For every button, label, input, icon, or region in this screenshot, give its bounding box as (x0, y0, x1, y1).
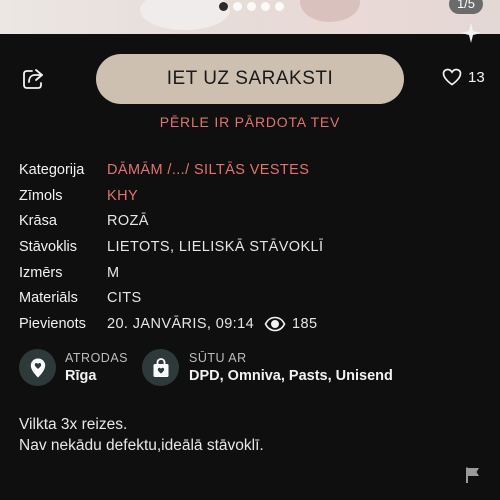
attr-label: Pievienots (19, 315, 86, 332)
location-pin-icon (19, 349, 56, 386)
attr-row-size: Izmērs M (19, 260, 479, 286)
description-line: Nav nekādu defektu,ideālā stāvoklī. (19, 437, 264, 454)
added-date: 20. JANVĀRIS, 09:14 (107, 315, 255, 332)
brand-link[interactable]: KHY (107, 188, 138, 204)
share-icon (23, 69, 43, 89)
carousel-dots (219, 2, 284, 11)
report-button[interactable] (464, 466, 482, 484)
photo-detail (140, 0, 230, 30)
attr-value: LIETOTS, LIELISKĀ STĀVOKLĪ (107, 238, 324, 255)
attr-row-condition: Stāvoklis LIETOTS, LIELISKĀ STĀVOKLĪ (19, 234, 479, 260)
item-attributes: Kategorija DĀMĀM /.../ SILTĀS VESTES Zīm… (19, 157, 479, 337)
carousel-dot[interactable] (219, 2, 228, 11)
carousel-dot[interactable] (275, 2, 284, 11)
attr-value: 20. JANVĀRIS, 09:14 185 (107, 316, 317, 332)
attr-label: Krāsa (19, 213, 57, 230)
item-description: Vilkta 3x reizes. Nav nekādu defektu,ide… (19, 414, 264, 456)
attr-row-color: Krāsa ROZĀ (19, 208, 479, 234)
favorites-count: 13 (468, 68, 485, 86)
attr-value: ROZĀ (107, 213, 149, 230)
attr-row-added: Pievienots 20. JANVĀRIS, 09:14 185 (19, 311, 479, 337)
attr-value: M (107, 264, 120, 281)
category-link[interactable]: DĀMĀM /.../ SILTĀS VESTES (107, 162, 309, 178)
flag-icon (466, 467, 479, 483)
attr-label: Kategorija (19, 161, 85, 178)
shipping-label: SŪTU AR (189, 351, 247, 365)
sold-status: PĒRLE IR PĀRDOTA TEV (159, 114, 341, 130)
shipping-info: ATRODAS Rīga SŪTU AR DPD, Omniva, Pasts,… (19, 348, 489, 388)
attr-value: CITS (107, 290, 142, 307)
attr-label: Zīmols (19, 187, 63, 204)
photo-counter: 1/5 (449, 0, 483, 14)
attr-row-category: Kategorija DĀMĀM /.../ SILTĀS VESTES (19, 157, 479, 183)
description-line: Vilkta 3x reizes. (19, 416, 128, 433)
attr-row-brand: Zīmols KHY (19, 183, 479, 209)
attr-label: Materiāls (19, 290, 78, 307)
carousel-dot[interactable] (261, 2, 270, 11)
attr-row-material: Materiāls CITS (19, 285, 479, 311)
attr-label: Izmērs (19, 264, 63, 281)
brand-logo-icon (456, 18, 486, 48)
carousel-dot[interactable] (233, 2, 242, 11)
shipping-methods: DPD, Omniva, Pasts, Unisend (189, 368, 393, 384)
attr-label: Stāvoklis (19, 238, 78, 255)
shopping-bag-icon (142, 349, 179, 386)
heart-icon (442, 68, 462, 86)
eye-icon (264, 316, 286, 332)
favorite-button[interactable]: 13 (442, 68, 485, 86)
carousel-dot[interactable] (247, 2, 256, 11)
share-button[interactable] (20, 66, 46, 92)
go-to-list-button[interactable]: IET UZ SARAKSTI (96, 54, 404, 104)
location-label: ATRODAS (65, 351, 128, 365)
photo-detail (300, 0, 360, 22)
location-value: Rīga (65, 368, 97, 384)
view-count: 185 (292, 315, 318, 332)
